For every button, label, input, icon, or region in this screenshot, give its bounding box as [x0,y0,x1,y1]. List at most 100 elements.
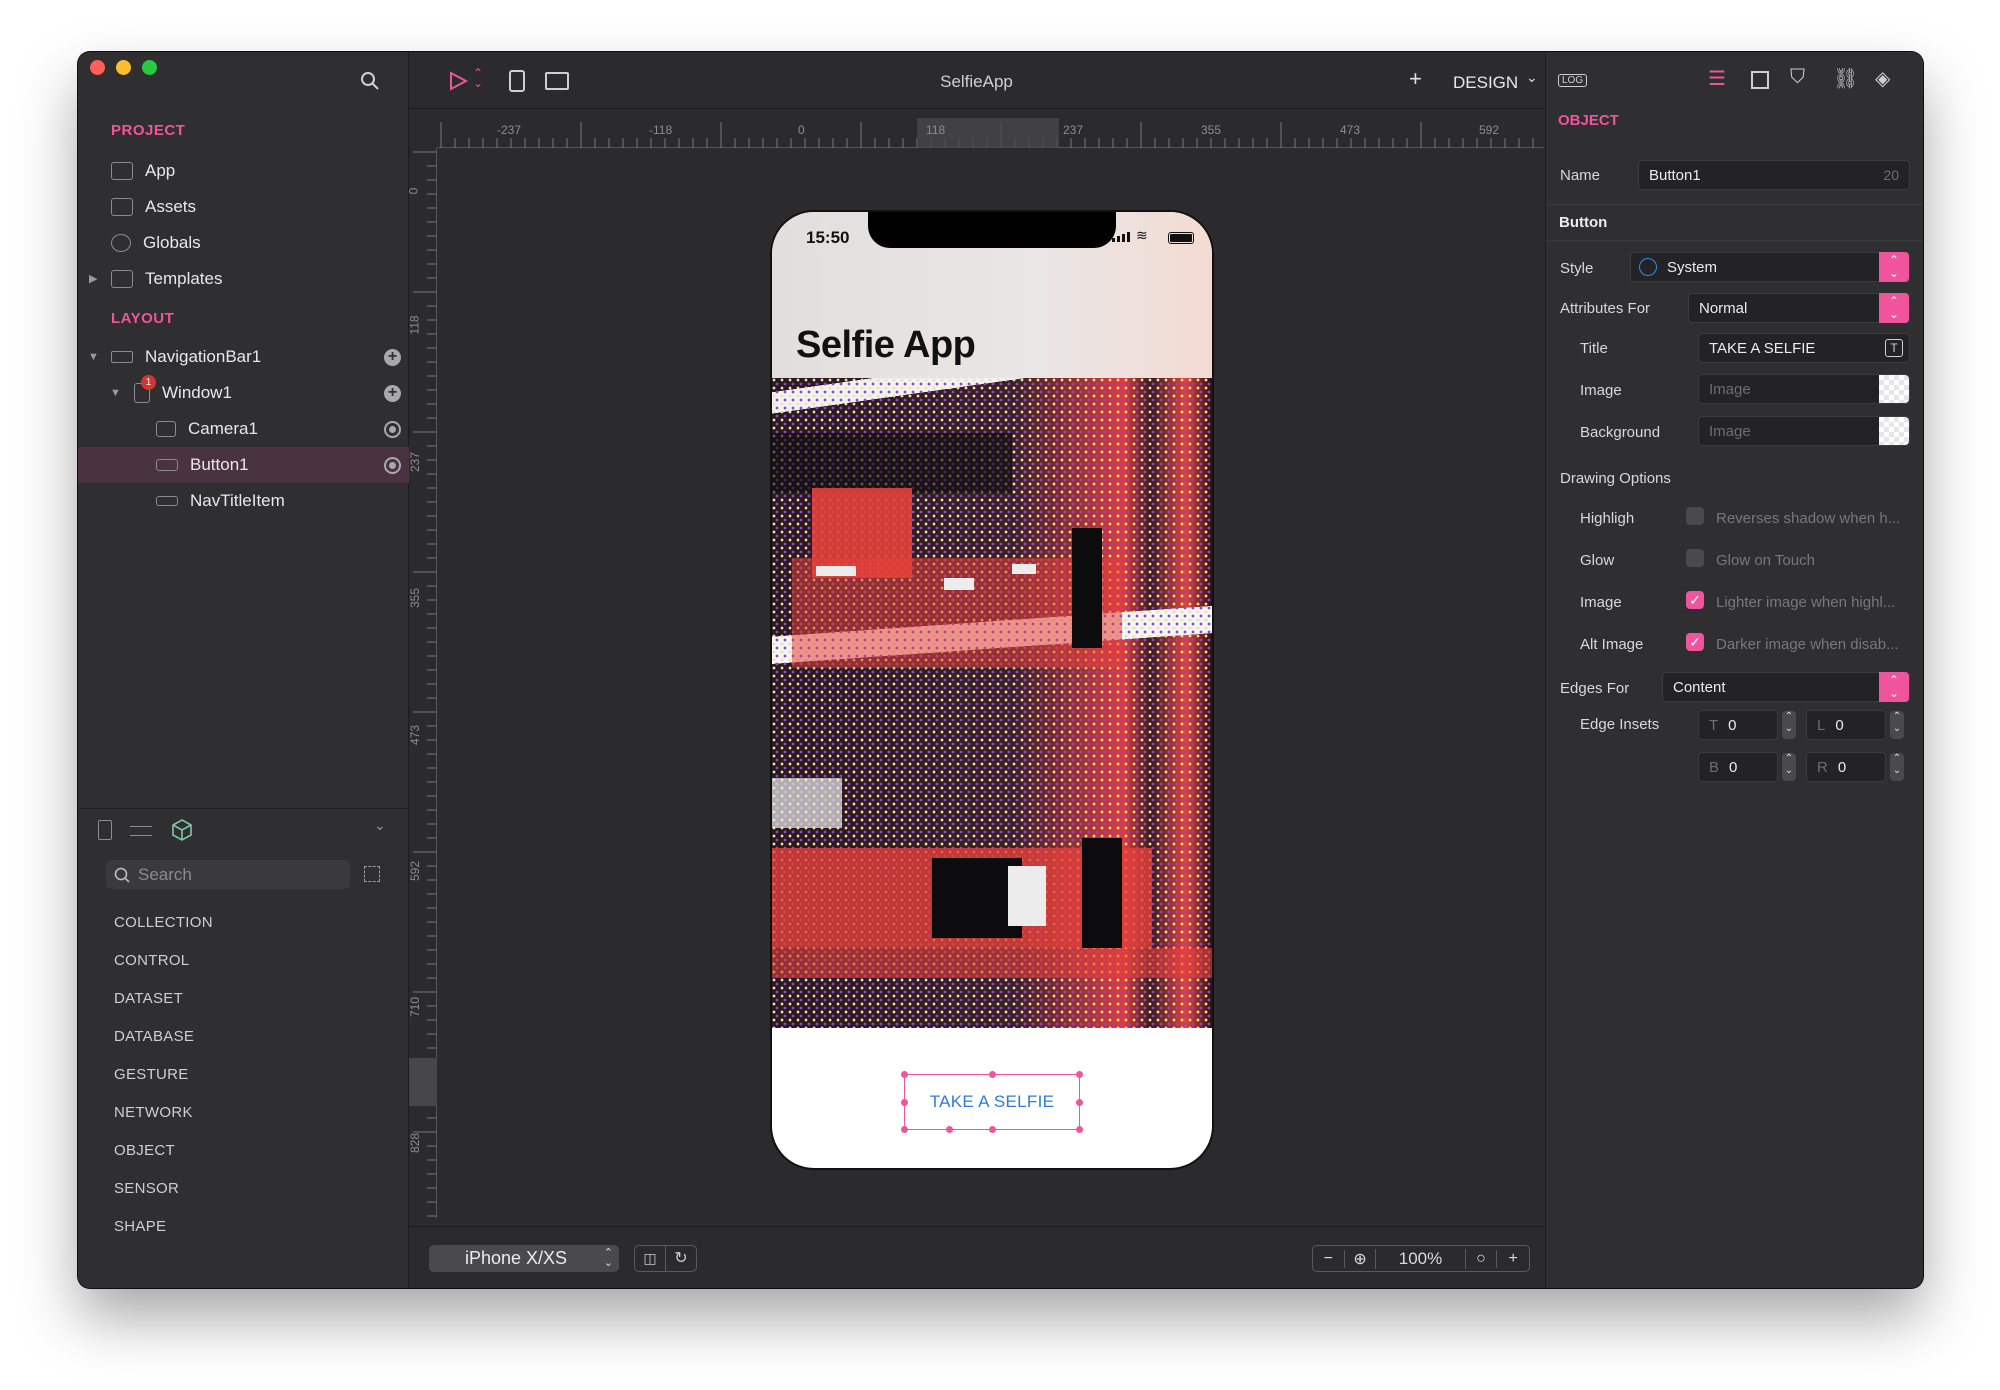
name-field[interactable]: Button1 20 [1638,160,1910,190]
attributes-select[interactable]: Normal ⌃ ⌄ [1688,293,1910,323]
library-category[interactable]: GESTURE [114,1066,189,1083]
inspector-header: OBJECT [1558,112,1619,129]
library-category[interactable]: COLLECTION [114,914,213,931]
device-selector[interactable]: iPhone X/XS ⌃ ⌄ [429,1245,619,1272]
option-description: Glow on Touch [1716,552,1815,569]
ruler-label: 0 [798,123,805,137]
inspector-panel: LOG ☰ ⛉ ⛓ ◈ OBJECT Name Button1 20 Butto… [1545,52,1923,1288]
edges-value: Content [1673,678,1726,696]
highlight-checkbox[interactable] [1686,507,1704,525]
chevron-down-icon[interactable]: ⌄ [374,817,386,834]
sidebar-item-templates[interactable]: Templates [78,261,409,297]
frame-tab-icon[interactable] [1751,71,1769,89]
layout-item-button1[interactable]: Button1 [78,447,409,483]
globals-icon [111,234,131,252]
zoom-in-icon[interactable]: + [1497,1250,1529,1268]
library-category[interactable]: OBJECT [114,1142,175,1159]
library-search-field[interactable]: Search [106,860,350,889]
zoom-out-icon[interactable]: − [1313,1249,1345,1268]
library-category[interactable]: NETWORK [114,1104,193,1121]
library-category[interactable]: SENSOR [114,1180,179,1197]
camera-icon [156,421,176,437]
stepper-icon[interactable]: ⌃ ⌄ [1890,753,1904,781]
rotate-icon[interactable]: ↻ [665,1245,697,1272]
close-window-button[interactable] [90,60,105,75]
zoom-fit-icon[interactable]: ⊕ [1345,1248,1377,1269]
chevron-down-icon[interactable]: ⌄ [1526,69,1538,86]
ruler-label: 473 [1340,123,1361,137]
sidebar-item-globals[interactable]: Globals [78,225,409,261]
add-icon[interactable]: + [384,348,401,366]
inset-bottom-field[interactable]: B 0 [1698,752,1778,782]
layout-item-navtitleitem[interactable]: NavTitleItem [78,483,409,519]
image-label: Image [1580,382,1622,399]
layout-item-navigationbar1[interactable]: NavigationBar1 + [78,339,409,375]
style-tab-icon[interactable]: ⛉ [1790,66,1805,89]
search-placeholder: Search [138,864,192,884]
resize-handle[interactable] [989,1126,996,1133]
visibility-toggle[interactable] [384,420,401,438]
log-button[interactable]: LOG [1558,74,1588,87]
zoom-window-button[interactable] [142,60,157,75]
stepper-icon[interactable]: ⌃ ⌄ [1782,711,1796,739]
ruler-label: 237 [408,451,423,473]
layout-item-window1[interactable]: 1 Window1 + [78,375,409,411]
library-category[interactable]: SHAPE [114,1218,166,1235]
resize-handle[interactable] [1076,1071,1083,1078]
name-label: Name [1560,167,1601,184]
image-field[interactable]: Image [1698,374,1910,404]
properties-tab-icon[interactable]: ☰ [1708,66,1726,91]
text-format-icon[interactable]: T [1885,339,1903,357]
library-category[interactable]: DATASET [114,990,183,1007]
background-field[interactable]: Image [1698,416,1910,446]
edges-select[interactable]: Content ⌃ ⌄ [1662,672,1910,702]
grid-view-icon[interactable] [364,866,380,882]
take-selfie-button[interactable]: TAKE A SELFIE [901,1071,1083,1133]
sidebar-item-app[interactable]: App [78,153,409,189]
resize-handle[interactable] [1076,1099,1083,1106]
resize-handle[interactable] [989,1071,996,1078]
glow-checkbox[interactable] [1686,549,1704,567]
ruler-selection-highlight [409,1058,437,1106]
inset-right-field[interactable]: R 0 [1806,752,1886,782]
phone-preview[interactable]: 15:50 ≋ Selfie App TAKE A SELFIE [770,210,1214,1170]
safe-area-icon[interactable]: ◫ [634,1245,666,1272]
link-tab-icon[interactable]: ⛓ [1833,66,1858,91]
library-category[interactable]: DATABASE [114,1028,194,1045]
sidebar-item-assets[interactable]: Assets [78,189,409,225]
mode-selector[interactable]: DESIGN [1453,73,1518,93]
alt-image-checkbox[interactable]: ✓ [1686,633,1704,651]
layout-library-icon[interactable] [130,826,152,836]
style-select[interactable]: System ⌃ ⌄ [1630,252,1910,282]
library-category[interactable]: CONTROL [114,952,189,969]
resize-handle[interactable] [1076,1126,1083,1133]
stepper-icon[interactable]: ⌃ ⌄ [1782,753,1796,781]
title-field[interactable]: TAKE A SELFIE T [1698,333,1910,363]
option-label: Glow [1580,552,1615,569]
resize-handle[interactable] [901,1071,908,1078]
inset-left-field[interactable]: L 0 [1806,710,1886,740]
resize-handle[interactable] [901,1126,908,1133]
resize-handle[interactable] [946,1126,953,1133]
code-tab-icon[interactable]: ◈ [1875,66,1890,91]
device-library-icon[interactable] [98,820,112,840]
component-library-icon[interactable] [170,818,194,842]
add-icon[interactable]: + [1409,66,1422,92]
zoom-level[interactable]: 100% [1376,1248,1466,1269]
resize-handle[interactable] [901,1099,908,1106]
stepper-icon[interactable]: ⌃ ⌄ [1890,711,1904,739]
visibility-toggle[interactable] [384,456,401,474]
image-well[interactable] [1879,375,1909,403]
option-description: Lighter image when highl... [1716,594,1896,611]
zoom-reset-icon[interactable]: ○ [1466,1249,1498,1268]
minimize-window-button[interactable] [116,60,131,75]
image-checkbox[interactable]: ✓ [1686,591,1704,609]
search-icon[interactable] [360,71,380,91]
inset-top-field[interactable]: T 0 [1698,710,1778,740]
design-canvas-area: ⌃ ⌄ SelfieApp + DESIGN ⌄ -237 -118 0 118 … [406,52,1544,1288]
image-well[interactable] [1879,417,1909,445]
layout-item-camera1[interactable]: Camera1 [78,411,409,447]
horizontal-ruler: -237 -118 0 118 237 355 473 592 [437,118,1544,148]
divider [78,808,409,809]
add-icon[interactable]: + [384,384,401,402]
